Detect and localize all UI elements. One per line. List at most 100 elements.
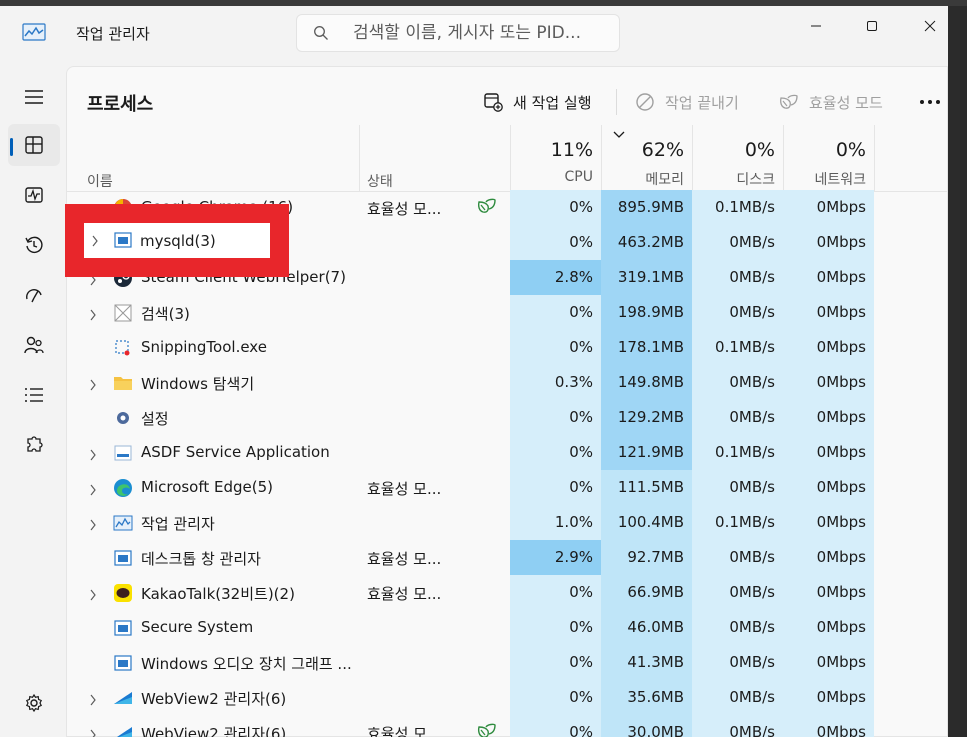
chevron-right-icon[interactable] (89, 446, 97, 465)
process-name: Microsoft Edge(5) (141, 478, 274, 496)
column-header-name[interactable]: 이름 (87, 171, 113, 191)
disk-cell: 0.1MB/s (692, 505, 783, 540)
maximize-button[interactable] (844, 6, 900, 46)
process-row[interactable]: 검색(3) 0% 198.9MB 0MB/s 0Mbps (67, 295, 947, 330)
process-row[interactable]: Secure System 0% 46.0MB 0MB/s 0Mbps (67, 610, 947, 645)
process-row[interactable]: 설정 0% 129.2MB 0MB/s 0Mbps (67, 400, 947, 435)
run-new-task-button[interactable]: 새 작업 실행 (483, 87, 592, 117)
search-input[interactable] (353, 22, 603, 44)
chevron-right-icon[interactable] (89, 376, 97, 395)
disk-cell: 0.1MB/s (692, 435, 783, 470)
column-header-network[interactable]: 0% 네트워크 (783, 125, 874, 191)
nav-processes[interactable] (8, 124, 60, 166)
process-row[interactable]: 데스크톱 창 관리자 효율성 모... 2.9% 92.7MB 0MB/s 0Mbps (67, 540, 947, 575)
column-divider (359, 125, 360, 191)
network-cell: 0Mbps (783, 260, 874, 295)
process-row[interactable]: SnippingTool.exe 0% 178.1MB 0.1MB/s 0Mbps (67, 330, 947, 365)
nav-details[interactable] (8, 374, 60, 416)
disk-cell: 0.1MB/s (692, 330, 783, 365)
process-name-cell: 데스크톱 창 관리자 (67, 540, 359, 575)
network-cell: 0Mbps (783, 225, 874, 260)
chevron-right-icon[interactable] (89, 481, 97, 500)
process-row[interactable]: Microsoft Edge(5) 효율성 모... 0% 111.5MB 0MB/s 0… (67, 470, 947, 505)
nav-services[interactable] (8, 424, 60, 466)
window-title: 작업 관리자 (76, 25, 150, 43)
hamburger-menu-button[interactable] (8, 76, 60, 118)
column-header-status[interactable]: 상태 (367, 171, 393, 191)
process-row[interactable]: WebView2 관리자(6) 효율성 모... 0% 30.0MB 0MB/s 0Mbp… (67, 715, 947, 737)
cpu-cell: 0% (510, 470, 601, 505)
startup-speedometer-icon (26, 289, 42, 303)
nav-app-history[interactable] (8, 224, 60, 266)
process-name: WebView2 관리자(6) (141, 725, 287, 737)
network-cell: 0Mbps (783, 645, 874, 680)
process-row[interactable]: ASDF Service Application 0% 121.9MB 0.1MB/s… (67, 435, 947, 470)
chevron-right-icon[interactable] (89, 306, 97, 325)
cpu-cell: 2.8% (510, 260, 601, 295)
process-name-cell: 설정 (67, 400, 359, 435)
chevron-right-icon[interactable] (89, 726, 97, 737)
chevron-right-icon[interactable] (89, 516, 97, 535)
network-cell: 0Mbps (783, 715, 874, 737)
process-status: 효율성 모... (367, 585, 442, 603)
efficiency-leaf-icon (475, 721, 497, 737)
services-puzzle-icon (27, 436, 43, 452)
memory-cell: 30.0MB (601, 715, 692, 737)
process-name-cell: ASDF Service Application (67, 435, 359, 470)
network-cell: 0Mbps (783, 190, 874, 225)
column-header-cpu[interactable]: 11% CPU (510, 125, 601, 191)
network-cell: 0Mbps (783, 680, 874, 715)
kakaotalk-icon (113, 583, 133, 603)
end-task-button[interactable]: 작업 끝내기 (635, 87, 739, 117)
memory-cell: 66.9MB (601, 575, 692, 610)
memory-cell: 129.2MB (601, 400, 692, 435)
memory-label: 메모리 (645, 172, 684, 188)
disk-cell: 0MB/s (692, 295, 783, 330)
network-cell: 0Mbps (783, 575, 874, 610)
process-name-cell: WebView2 관리자(6) (67, 680, 359, 715)
column-header-memory[interactable]: 62% 메모리 (601, 125, 692, 191)
chevron-right-icon[interactable] (89, 586, 97, 605)
nav-startup-apps[interactable] (8, 274, 60, 316)
memory-cell: 46.0MB (601, 610, 692, 645)
network-cell: 0Mbps (783, 540, 874, 575)
process-row[interactable]: 작업 관리자 1.0% 100.4MB 0.1MB/s 0Mbps (67, 505, 947, 540)
search-app-icon (113, 303, 133, 323)
cpu-cell: 0% (510, 190, 601, 225)
memory-cell: 111.5MB (601, 470, 692, 505)
run-task-icon (483, 92, 503, 112)
nav-users[interactable] (8, 324, 60, 366)
memory-total-percent: 62% (641, 139, 684, 161)
process-row[interactable]: Windows 탐색기 0.3% 149.8MB 0MB/s 0Mbps (67, 365, 947, 400)
task-manager-icon (113, 513, 133, 533)
process-name-cell: SnippingTool.exe (67, 330, 359, 365)
hamburger-icon (25, 90, 43, 104)
active-nav-indicator (10, 138, 13, 156)
process-name: KakaoTalk(32비트)(2) (141, 585, 295, 603)
search-box[interactable] (296, 14, 620, 52)
process-status: 효율성 모... (367, 480, 442, 498)
network-cell: 0Mbps (783, 400, 874, 435)
process-name: 설정 (141, 410, 169, 428)
nav-performance[interactable] (8, 174, 60, 216)
process-name-cell: Microsoft Edge(5) (67, 470, 359, 505)
search-icon (314, 26, 328, 40)
column-header-disk[interactable]: 0% 디스크 (692, 125, 783, 191)
run-task-label: 새 작업 실행 (513, 93, 592, 112)
performance-icon (25, 187, 43, 203)
folder-icon (113, 373, 133, 393)
process-name: WebView2 관리자(6) (141, 690, 287, 708)
efficiency-mode-button[interactable]: 효율성 모드 (777, 87, 883, 117)
more-options-button[interactable] (913, 89, 947, 115)
minimize-button[interactable] (788, 6, 844, 46)
process-row[interactable]: Windows 오디오 장치 그래프 ... 0% 41.3MB 0MB/s 0Mbps (67, 645, 947, 680)
chevron-right-icon[interactable] (89, 691, 97, 710)
snipping-tool-icon (113, 338, 133, 358)
network-cell: 0Mbps (783, 505, 874, 540)
cpu-cell: 0% (510, 680, 601, 715)
process-row[interactable]: KakaoTalk(32비트)(2) 효율성 모... 0% 66.9MB 0MB/s 0… (67, 575, 947, 610)
process-row[interactable]: WebView2 관리자(6) 0% 35.6MB 0MB/s 0Mbps (67, 680, 947, 715)
nav-settings[interactable] (8, 682, 60, 724)
close-button[interactable] (902, 6, 948, 46)
process-name: Windows 오디오 장치 그래프 ... (141, 655, 352, 673)
